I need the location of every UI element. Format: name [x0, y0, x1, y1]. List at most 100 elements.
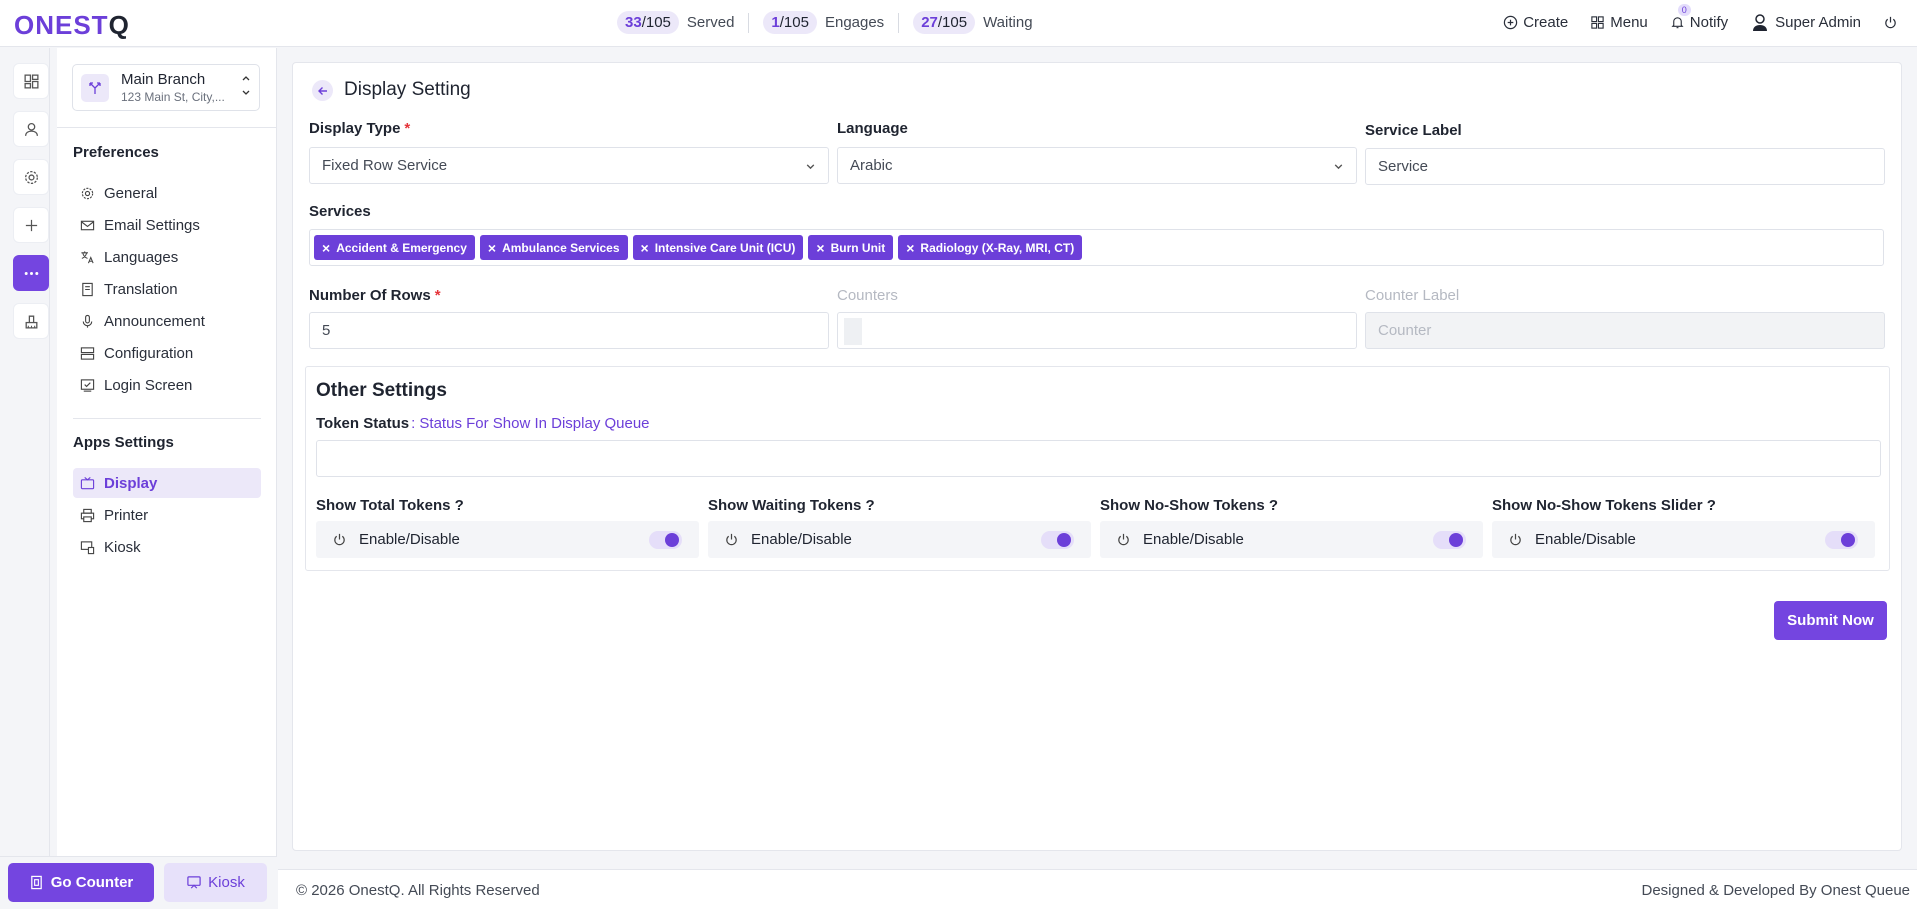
arrow-left-icon	[317, 86, 327, 95]
sidebar-item-label: Translation	[104, 280, 178, 298]
rail-settings[interactable]	[13, 159, 49, 195]
branch-icon-box	[81, 73, 109, 102]
sidebar-item-printer[interactable]: Printer	[73, 500, 261, 530]
user-menu[interactable]: Super Admin	[1750, 12, 1861, 32]
back-button[interactable]	[312, 80, 333, 101]
sidebar-item-translation[interactable]: Translation	[73, 274, 261, 304]
close-icon[interactable]: ×	[488, 240, 496, 256]
toggle-knob	[665, 533, 679, 547]
toggle-knob	[1057, 533, 1071, 547]
menu-button[interactable]: Menu	[1590, 14, 1648, 31]
sidebar-item-label: Email Settings	[104, 216, 200, 234]
service-tag[interactable]: × Radiology (X-Ray, MRI, CT)	[898, 235, 1083, 260]
copyright-text: © 2026 OnestQ. All Rights Reserved	[296, 882, 540, 899]
stat-engages-pill: 1/105	[763, 11, 817, 34]
monitor-icon	[187, 876, 201, 889]
services-multiselect[interactable]: × Accident & Emergency × Ambulance Service…	[309, 229, 1884, 266]
notify-count-badge: 0	[1677, 3, 1691, 16]
show-waiting-tokens-row: Enable/Disable	[708, 521, 1091, 558]
stat-engages-label: Engages	[824, 14, 885, 31]
show-no-show-slider-label: Show No-Show Tokens Slider ?	[1492, 497, 1716, 514]
service-tag[interactable]: × Intensive Care Unit (ICU)	[632, 235, 804, 260]
rail-add[interactable]	[13, 207, 49, 243]
top-header: ONESTQ 33/105 Served 1/105 Engages 27/10…	[0, 0, 1917, 47]
chevron-down-icon	[1334, 164, 1343, 170]
show-waiting-tokens-toggle[interactable]	[1041, 531, 1074, 549]
counters-select[interactable]	[837, 312, 1357, 349]
stat-served: 33/105 Served	[617, 11, 734, 34]
rail-more[interactable]	[13, 255, 49, 291]
display-type-select[interactable]: Fixed Row Service	[309, 147, 829, 184]
sidebar-item-general[interactable]: General	[73, 178, 261, 208]
sidebar-item-label: Display	[104, 474, 158, 492]
submit-button[interactable]: Submit Now	[1774, 601, 1887, 640]
close-icon[interactable]: ×	[641, 240, 649, 256]
kiosk-button[interactable]: Kiosk	[164, 863, 267, 902]
show-no-show-tokens-row: Enable/Disable	[1100, 521, 1483, 558]
other-settings-title: Other Settings	[316, 380, 447, 401]
sidebar-item-login-screen[interactable]: Login Screen	[73, 370, 261, 400]
sidebar-item-configuration[interactable]: Configuration	[73, 338, 261, 368]
token-status-input[interactable]	[316, 440, 1881, 477]
sidebar-divider	[73, 418, 261, 419]
sidebar-item-announcement[interactable]: Announcement	[73, 306, 261, 336]
branch-toggle[interactable]	[241, 73, 251, 103]
mail-icon	[80, 220, 95, 230]
close-icon[interactable]: ×	[906, 240, 914, 256]
mic-icon	[82, 314, 93, 328]
notify-button[interactable]: 0 Notify	[1670, 3, 1728, 31]
show-total-tokens-label: Show Total Tokens ?	[316, 497, 464, 514]
branch-name: Main Branch	[121, 71, 206, 88]
grid-icon	[1591, 15, 1604, 29]
show-no-show-tokens-toggle[interactable]	[1433, 531, 1466, 549]
plus-circle-icon	[1504, 15, 1518, 29]
sidebar-item-label: Announcement	[104, 312, 205, 330]
sidebar-item-languages[interactable]: Languages	[73, 242, 261, 272]
sidebar-item-email-settings[interactable]: Email Settings	[73, 210, 261, 240]
rail-dashboard[interactable]	[13, 63, 49, 99]
stat-divider	[748, 12, 750, 33]
sidebar-item-label: Kiosk	[104, 538, 141, 556]
token-status-hint: : Status For Show In Display Queue	[411, 415, 650, 432]
service-label-label: Service Label	[1365, 122, 1462, 139]
service-tag[interactable]: × Accident & Emergency	[314, 235, 475, 260]
user-name: Super Admin	[1775, 13, 1861, 31]
page-title: Display Setting	[344, 79, 471, 100]
sidebar-item-kiosk[interactable]: Kiosk	[73, 532, 261, 562]
language-select[interactable]: Arabic	[837, 147, 1357, 184]
close-icon[interactable]: ×	[816, 240, 824, 256]
branch-selector[interactable]: Main Branch 123 Main St, City,...	[72, 64, 260, 111]
sidebar-item-label: Configuration	[104, 344, 194, 362]
rail-users[interactable]	[13, 111, 49, 147]
logo[interactable]: ONESTQ	[14, 10, 130, 41]
toggle-text: Enable/Disable	[1535, 531, 1636, 548]
create-button[interactable]: Create	[1503, 14, 1568, 31]
toggle-knob	[1449, 533, 1463, 547]
go-counter-button[interactable]: Go Counter	[8, 863, 154, 902]
service-label-input[interactable]: Service	[1365, 148, 1885, 185]
counter-label-input[interactable]: Counter	[1365, 312, 1885, 349]
power-icon	[1885, 16, 1896, 28]
logout-button[interactable]	[1883, 15, 1903, 30]
show-no-show-tokens-label: Show No-Show Tokens ?	[1100, 497, 1279, 514]
stat-served-pill: 33/105	[617, 11, 679, 34]
show-waiting-tokens-label: Show Waiting Tokens ?	[708, 497, 875, 514]
rows-value: 5	[322, 322, 331, 339]
close-icon[interactable]: ×	[322, 240, 330, 256]
counter-label-label: Counter Label	[1365, 287, 1460, 304]
plus-icon	[25, 219, 37, 231]
show-no-show-slider-row: Enable/Disable	[1492, 521, 1875, 558]
service-tag[interactable]: × Burn Unit	[808, 235, 894, 260]
bell-icon	[1671, 16, 1684, 28]
show-no-show-slider-toggle[interactable]	[1825, 531, 1858, 549]
rail-cleaning[interactable]	[13, 303, 49, 339]
stat-waiting-pill: 27/105	[913, 11, 976, 34]
service-tag[interactable]: × Ambulance Services	[479, 235, 628, 260]
menu-label: Menu	[1610, 13, 1648, 31]
sidebar-item-display[interactable]: Display	[73, 468, 261, 498]
rows-input[interactable]: 5	[309, 312, 829, 349]
stat-divider	[898, 12, 900, 33]
header-actions: Create Menu 0 Notify Super Admin	[1481, 3, 1903, 32]
stat-waiting: 27/105 Waiting	[913, 11, 1033, 34]
show-total-tokens-toggle[interactable]	[649, 531, 682, 549]
